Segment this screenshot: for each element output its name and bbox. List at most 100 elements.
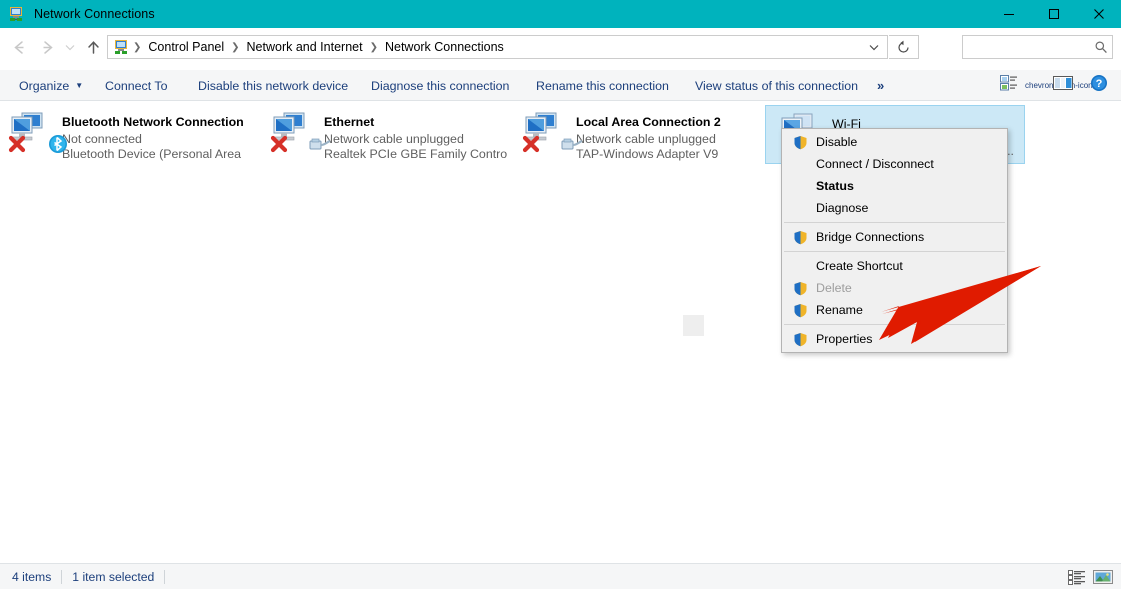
status-divider [61, 569, 63, 584]
context-menu: Disable Connect / Disconnect Status Diag… [781, 128, 1008, 353]
list-item-text: Bluetooth Network Connection Not connect… [62, 110, 245, 161]
bluetooth-icon [48, 134, 68, 154]
change-view-icon [1000, 75, 1018, 96]
diagnose-connection-button[interactable]: Diagnose this connection [362, 70, 518, 101]
connection-status: Network cable unplugged [324, 132, 464, 146]
menu-item-rename[interactable]: Rename [782, 299, 1007, 321]
menu-item-label: Status [816, 179, 854, 193]
connection-name: Bluetooth Network Connection [62, 115, 244, 129]
menu-item-diagnose[interactable]: Diagnose [782, 197, 1007, 219]
menu-item-create-shortcut[interactable]: Create Shortcut [782, 255, 1007, 277]
menu-item-label: Create Shortcut [816, 259, 903, 273]
forward-button[interactable] [34, 28, 60, 66]
view-status-button[interactable]: View status of this connection [686, 70, 867, 101]
breadcrumb-item-control-panel[interactable]: Control Panel [142, 37, 230, 57]
status-badge: 1 item selected [72, 569, 155, 584]
breadcrumb-separator: ❯ [369, 41, 378, 53]
status-divider [164, 569, 166, 584]
large-icons-view-icon[interactable] [1093, 568, 1113, 586]
chevron-down-icon: ▼ [75, 81, 84, 90]
menu-separator [784, 222, 1005, 223]
menu-item-label: Properties [816, 332, 873, 346]
menu-separator [784, 251, 1005, 252]
help-icon: ? [1090, 74, 1108, 97]
list-item[interactable]: Ethernet Network cable unplugged Realtek… [266, 106, 511, 161]
connection-name: Ethernet [324, 115, 375, 129]
menu-item-icon-placeholder [790, 257, 810, 275]
breadcrumb-item-network-connections[interactable]: Network Connections [379, 37, 510, 57]
menu-item-status[interactable]: Status [782, 175, 1007, 197]
menu-item-label: Disable [816, 135, 858, 149]
close-button[interactable] [1076, 0, 1121, 28]
shield-icon [790, 279, 810, 297]
command-toolbar: Organize ▼ Connect To Disable this netwo… [0, 70, 1121, 101]
menu-item-icon-placeholder [790, 199, 810, 217]
list-item-text: Ethernet Network cable unplugged Realtek… [324, 110, 507, 161]
search-box[interactable] [962, 35, 1113, 59]
unplugged-cable-icon [560, 136, 584, 152]
menu-separator [784, 324, 1005, 325]
organize-button[interactable]: Organize ▼ [10, 70, 92, 101]
breadcrumb-network-icon [114, 39, 130, 55]
connection-device: Realtek PCIe GBE Family Controller [324, 147, 507, 161]
connect-to-button[interactable]: Connect To [96, 70, 176, 101]
menu-item-delete: Delete [782, 277, 1007, 299]
rename-connection-button[interactable]: Rename this connection [527, 70, 678, 101]
window-controls [986, 0, 1121, 28]
breadcrumb-item-network-and-internet[interactable]: Network and Internet [241, 37, 369, 57]
preview-pane-button[interactable] [1053, 70, 1073, 101]
recent-locations-button[interactable] [60, 28, 80, 66]
breadcrumb-separator: ❯ [231, 41, 240, 53]
menu-item-label: Delete [816, 281, 852, 295]
unplugged-cable-icon [308, 136, 332, 152]
menu-item-connect-disconnect[interactable]: Connect / Disconnect [782, 153, 1007, 175]
menu-item-label: Bridge Connections [816, 230, 925, 244]
breadcrumb[interactable]: ❯ Control Panel ❯ Network and Internet ❯… [107, 35, 888, 59]
menu-item-properties[interactable]: Properties [782, 328, 1007, 350]
menu-item-icon-placeholder [790, 155, 810, 173]
connection-status: Not connected [62, 132, 142, 146]
list-item[interactable]: Bluetooth Network Connection Not connect… [4, 106, 249, 161]
help-button[interactable]: ? [1090, 70, 1108, 101]
refresh-button[interactable] [889, 35, 919, 59]
svg-text:?: ? [1096, 78, 1103, 90]
search-icon [1090, 40, 1112, 54]
shield-icon [790, 133, 810, 151]
disable-network-device-button[interactable]: Disable this network device [189, 70, 357, 101]
details-view-icon[interactable] [1067, 568, 1087, 586]
menu-item-icon-placeholder [790, 177, 810, 195]
view-toggles [1067, 564, 1113, 589]
breadcrumb-separator: ❯ [133, 41, 142, 53]
menu-item-label: Connect / Disconnect [816, 157, 934, 171]
title-bar: Network Connections [0, 0, 1121, 28]
shield-icon [790, 330, 810, 348]
list-item-text: Local Area Connection 2 Network cable un… [576, 110, 721, 161]
minimize-button[interactable] [986, 0, 1031, 28]
file-explorer-window: Network Connections ❯ Control Panel ❯ Ne… [0, 0, 1121, 589]
menu-item-label: Rename [816, 303, 863, 317]
toolbar-overflow-button[interactable]: » [868, 70, 893, 101]
connection-device: Bluetooth Device (Personal Area ... [62, 147, 245, 161]
preview-pane-icon [1053, 75, 1073, 96]
search-input[interactable] [963, 37, 1090, 57]
connection-status: Network cable unplugged [576, 132, 716, 146]
render-artifact [683, 315, 704, 336]
connection-name: Local Area Connection 2 [576, 115, 721, 129]
network-connections-icon [9, 6, 25, 22]
up-button[interactable] [80, 28, 106, 66]
change-view-button[interactable]: chevron-down-icon [1000, 70, 1093, 101]
organize-label: Organize [19, 78, 70, 93]
chevron-down-icon[interactable] [861, 36, 887, 58]
item-count: 4 items [12, 569, 52, 584]
list-item[interactable]: Local Area Connection 2 Network cable un… [518, 106, 763, 161]
window-title: Network Connections [34, 7, 155, 21]
menu-item-bridge-connections[interactable]: Bridge Connections [782, 226, 1007, 248]
menu-item-disable[interactable]: Disable [782, 131, 1007, 153]
menu-item-label: Diagnose [816, 201, 869, 215]
back-button[interactable] [6, 28, 32, 66]
shield-icon [790, 301, 810, 319]
status-bar: 4 items 1 item selected [0, 563, 1121, 589]
maximize-button[interactable] [1031, 0, 1076, 28]
shield-icon [790, 228, 810, 246]
connection-device: TAP-Windows Adapter V9 [576, 147, 719, 161]
